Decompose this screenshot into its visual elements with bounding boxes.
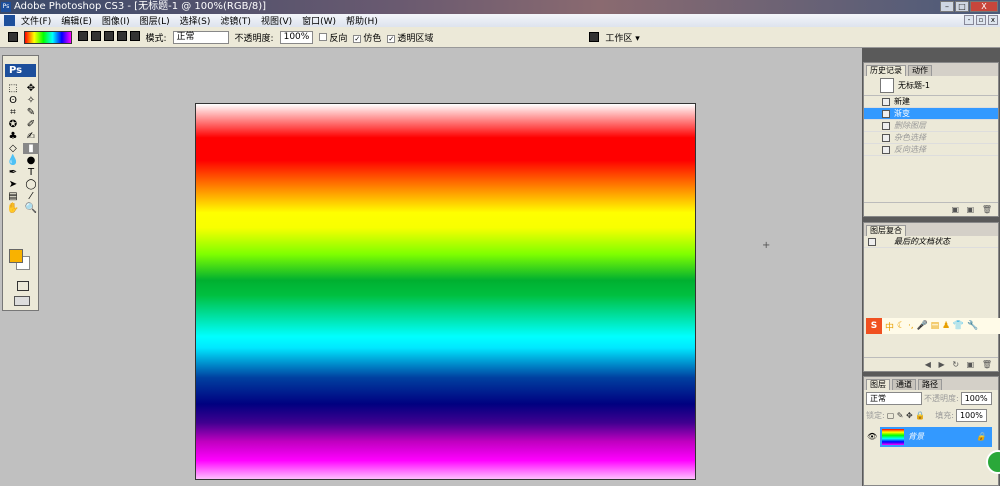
gradient-tool[interactable]: ▮ — [23, 143, 39, 154]
history-footer-buttons[interactable]: ▣ ▣ 🗑 — [864, 202, 998, 216]
sogou-logo: S — [866, 318, 882, 334]
menu-help[interactable]: 帮助(H) — [346, 14, 378, 27]
tab-history[interactable]: 历史记录 — [866, 65, 906, 76]
tab-channels[interactable]: 通道 — [892, 379, 916, 390]
quick-mask-button[interactable] — [17, 281, 29, 291]
doc-close-button[interactable]: x — [988, 15, 998, 25]
brush-tool[interactable]: ✐ — [23, 119, 39, 130]
menu-view[interactable]: 视图(V) — [261, 14, 292, 27]
lock-icons[interactable]: ▢ ✎ ✥ 🔒 — [887, 411, 926, 420]
menu-window[interactable]: 窗口(W) — [302, 14, 336, 27]
type-tool[interactable]: T — [23, 167, 39, 178]
mode-label: 模式: — [145, 33, 167, 44]
gradient-tool-preset-icon[interactable] — [8, 32, 18, 42]
doc-minimize-button[interactable]: - — [964, 15, 974, 25]
move-tool[interactable]: ✥ — [23, 83, 39, 94]
foreground-color-swatch[interactable] — [9, 249, 23, 263]
bridge-icon[interactable] — [589, 32, 600, 42]
options-bar: 模式: 正常 不透明度: 100% 反向 ✓ 仿色 ✓ 透明区域 工作区 ▾ — [0, 27, 1000, 48]
title-bar: Ps Adobe Photoshop CS3 - [无标题-1 @ 100%(R… — [0, 0, 1000, 14]
tab-layers[interactable]: 图层 — [866, 379, 890, 390]
document-canvas[interactable] — [195, 103, 696, 480]
menu-layer[interactable]: 图层(L) — [140, 14, 170, 27]
history-item[interactable]: 杂色选择 — [864, 132, 998, 144]
menu-edit[interactable]: 编辑(E) — [61, 14, 92, 27]
maximize-button[interactable]: □ — [955, 1, 969, 12]
notes-tool[interactable]: ▤ — [5, 191, 21, 202]
pen-tool[interactable]: ✒ — [5, 167, 21, 178]
menu-filter[interactable]: 滤镜(T) — [220, 14, 251, 27]
layer-comps-panel: 图层复合 最后的文档状态 ◀ ▶ ↻ ▣ 🗑 — [863, 222, 999, 372]
dither-checkbox[interactable]: ✓ 仿色 — [353, 31, 381, 44]
menu-bar: 文件(F) 编辑(E) 图像(I) 图层(L) 选择(S) 滤镜(T) 视图(V… — [0, 14, 1000, 27]
ime-toolbar[interactable]: S 中 ☾ ·, 🎤 ▤ ♟ 👕 🔧 — [866, 318, 1000, 334]
window-title: Adobe Photoshop CS3 - [无标题-1 @ 100%(RGB/… — [14, 1, 266, 12]
blend-mode-select[interactable]: 正常 — [866, 392, 922, 405]
lasso-tool[interactable]: ʘ — [5, 95, 21, 106]
layers-panel: 图层 通道 路径 正常 不透明度: 100% 锁定: ▢ ✎ ✥ 🔒 填充: 100… — [863, 376, 999, 486]
crop-tool[interactable]: ⌗ — [5, 107, 21, 118]
layer-opacity-label: 不透明度: — [924, 394, 959, 403]
history-item[interactable]: 渐变 — [864, 108, 998, 120]
zoom-tool[interactable]: 🔍 — [23, 203, 39, 214]
history-item[interactable]: 新建 — [864, 96, 998, 108]
menu-image[interactable]: 图像(I) — [102, 14, 130, 27]
comps-footer-buttons[interactable]: ◀ ▶ ↻ ▣ 🗑 — [864, 357, 998, 371]
shape-tool[interactable]: ◯ — [23, 179, 39, 190]
screen-mode-button[interactable] — [14, 296, 30, 306]
ime-mode[interactable]: 中 — [885, 320, 894, 333]
fill-label: 填充: — [935, 411, 954, 420]
layer-thumbnail — [882, 429, 904, 445]
toolbox: Ps ⬚ ✥ ʘ ✧ ⌗ ✎ ✪ ✐ ♣ ✍ ◇ ▮ 💧 ● ✒ T ➤ ◯ ▤ ⁄ ✋ 🔍 — [2, 55, 39, 311]
menu-file[interactable]: 文件(F) — [21, 14, 51, 27]
snapshot-label[interactable]: 无标题-1 — [898, 81, 930, 90]
gradient-picker[interactable] — [24, 30, 72, 44]
layer-opacity-input[interactable]: 100% — [960, 392, 992, 405]
eyedropper-tool[interactable]: ⁄ — [23, 191, 39, 202]
ps-logo-icon: Ps — [1, 2, 11, 12]
tab-actions[interactable]: 动作 — [908, 65, 932, 76]
stamp-tool[interactable]: ♣ — [5, 131, 21, 142]
mode-select[interactable]: 正常 — [172, 30, 229, 44]
minimize-button[interactable]: – — [940, 1, 954, 12]
magic-wand-tool[interactable]: ✧ — [23, 95, 39, 106]
history-item[interactable]: 反向选择 — [864, 144, 998, 156]
doc-restore-button[interactable]: ▫ — [976, 15, 986, 25]
tab-paths[interactable]: 路径 — [918, 379, 942, 390]
close-button[interactable]: X — [970, 1, 998, 12]
healing-tool[interactable]: ✪ — [5, 119, 21, 130]
lock-icon: 🔒 — [976, 432, 986, 441]
hand-tool[interactable]: ✋ — [5, 203, 21, 214]
layer-comp-item[interactable]: 最后的文档状态 — [864, 236, 998, 248]
eye-icon[interactable]: 👁 — [867, 432, 877, 441]
opacity-input[interactable]: 100% — [279, 30, 314, 44]
slice-tool[interactable]: ✎ — [23, 107, 39, 118]
history-item[interactable]: 删除图层 — [864, 120, 998, 132]
lock-label: 锁定: — [866, 411, 885, 420]
dodge-tool[interactable]: ● — [23, 155, 39, 166]
reverse-checkbox[interactable]: 反向 — [319, 31, 347, 44]
gradient-type-buttons[interactable] — [78, 30, 140, 44]
transparency-checkbox[interactable]: ✓ 透明区域 — [387, 31, 433, 44]
path-select-tool[interactable]: ➤ — [5, 179, 21, 190]
marquee-tool[interactable]: ⬚ — [5, 83, 21, 94]
blur-tool[interactable]: 💧 — [5, 155, 21, 166]
workspace-menu[interactable]: 工作区 ▾ — [605, 31, 639, 44]
opacity-label: 不透明度: — [234, 33, 274, 44]
snapshot-thumbnail — [880, 78, 894, 93]
history-panel: 历史记录 动作 无标题-1 新建 渐变 删除图层 杂色选择 反向选择 ▣ ▣ 🗑 — [863, 62, 999, 217]
fill-input[interactable]: 100% — [955, 409, 987, 422]
menu-select[interactable]: 选择(S) — [180, 14, 211, 27]
layer-row-background[interactable]: 背景 🔒 — [880, 427, 992, 447]
history-brush-tool[interactable]: ✍ — [23, 131, 39, 142]
panel-dock: 历史记录 动作 无标题-1 新建 渐变 删除图层 杂色选择 反向选择 ▣ ▣ 🗑 … — [862, 48, 1000, 486]
tab-layer-comps[interactable]: 图层复合 — [866, 225, 906, 236]
eraser-tool[interactable]: ◇ — [5, 143, 21, 154]
crosshair-cursor: + — [762, 240, 771, 251]
app-icon — [4, 15, 15, 26]
ps-logo: Ps — [5, 64, 36, 77]
